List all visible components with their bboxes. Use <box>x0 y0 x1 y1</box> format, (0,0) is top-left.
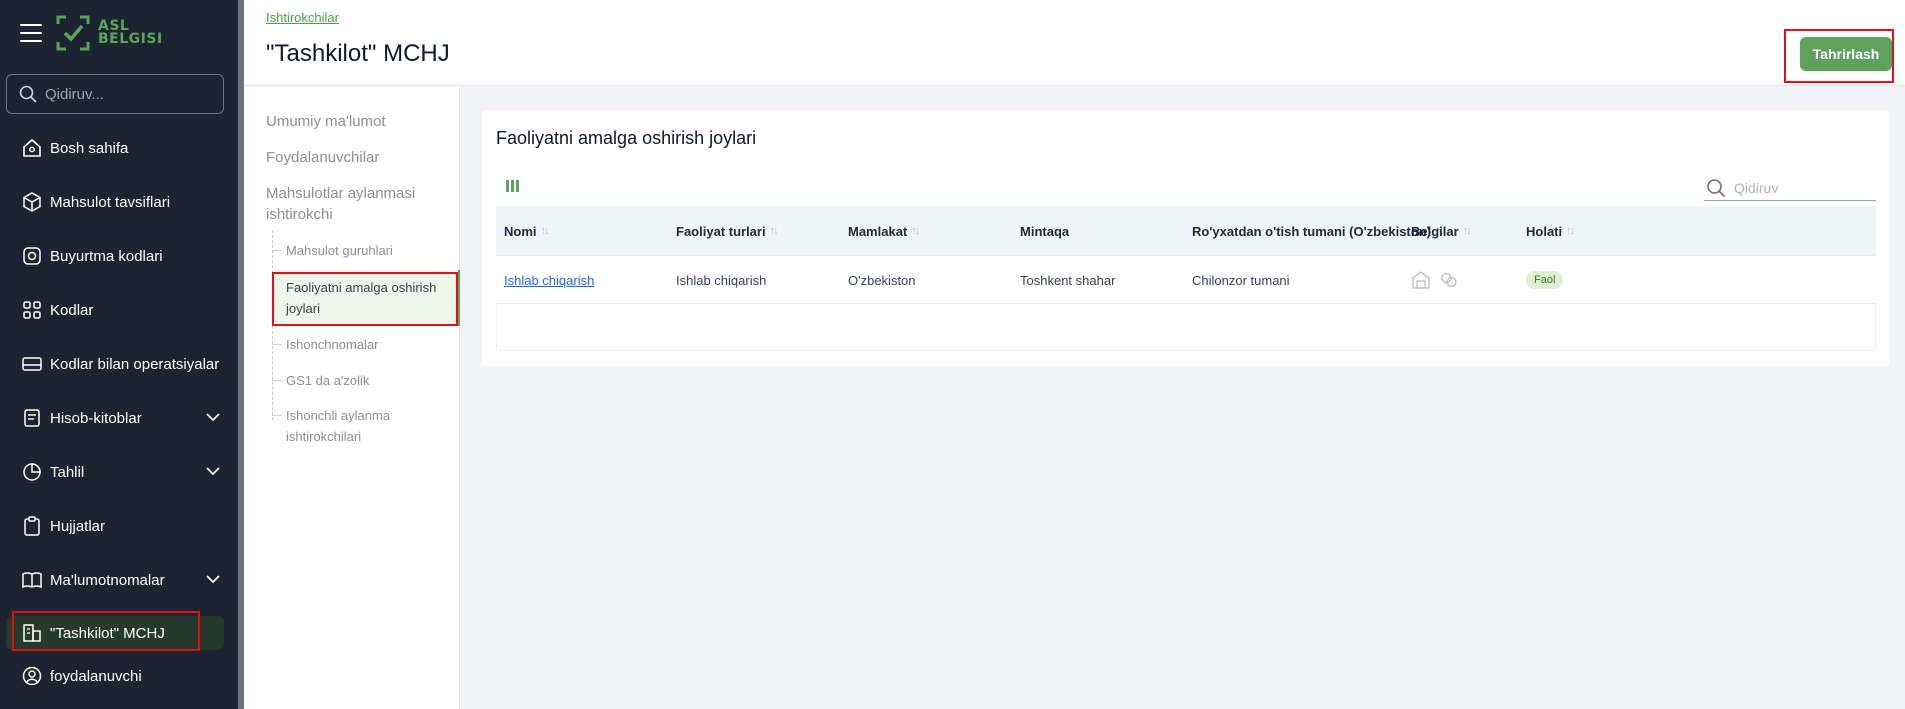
section-activity-places[interactable]: Faoliyatni amalga oshirish joylari <box>274 270 460 326</box>
edit-button[interactable]: Tahrirlash <box>1800 37 1892 71</box>
section-powers-of-attorney[interactable]: Ishonchnomalar <box>272 334 379 355</box>
building-icon <box>20 621 44 645</box>
column-activity[interactable]: Faoliyat turlari ↑↓ <box>676 206 779 256</box>
row-district: Chilonzor tumani <box>1192 272 1290 288</box>
row-name-link[interactable]: Ishlab chiqarish <box>504 256 594 304</box>
sort-icon: ↑↓ <box>540 225 550 237</box>
column-label: Holati <box>1526 223 1563 239</box>
sidebar-item-label: Hujjatlar <box>50 517 106 535</box>
clipboard-icon <box>20 514 44 538</box>
column-region: Mintaqa <box>1020 206 1069 256</box>
column-label: Ro'yxatdan o'tish tumani (O'zbekiston) <box>1192 223 1431 239</box>
sidebar-item-organization[interactable]: "Tashkilot" MCHJ <box>6 616 224 650</box>
sidebar-item-billing[interactable]: Hisob-kitoblar <box>20 402 226 434</box>
column-name[interactable]: Nomi ↑↓ <box>504 206 550 256</box>
receipt-icon <box>20 406 44 430</box>
sidebar-item-label: "Tashkilot" MCHJ <box>50 624 165 642</box>
home-icon <box>20 136 44 160</box>
sidebar-search-placeholder: Qidiruv... <box>45 85 104 103</box>
sidebar-item-references[interactable]: Ma'lumotnomalar <box>20 564 226 596</box>
sort-icon: ↑↓ <box>1566 225 1575 237</box>
search-icon <box>19 85 37 103</box>
sidebar-item-label: Hisob-kitoblar <box>50 409 142 427</box>
logo-line2: BELGISI <box>98 31 163 47</box>
sidebar-item-label: Buyurtma kodlari <box>50 247 163 265</box>
sidebar: ASL BELGISI Qidiruv... Bosh sahifa Mahsu… <box>0 0 238 709</box>
qr-order-icon <box>20 244 44 268</box>
tree-line <box>272 230 273 420</box>
card-icon <box>20 352 44 376</box>
page-header: Ishtirokchilar "Tashkilot" MCHJ Tahrirla… <box>244 0 1905 86</box>
sidebar-item-label: Kodlar <box>50 301 94 319</box>
chevron-down-icon[interactable] <box>204 462 222 480</box>
logo[interactable]: ASL BELGISI <box>56 14 163 52</box>
sidebar-item-code-operations[interactable]: Kodlar bilan operatsiyalar <box>20 348 226 380</box>
status-badge: Faol <box>1526 271 1564 289</box>
row-country: O'zbekiston <box>848 272 916 288</box>
table-header: Nomi ↑↓ Faoliyat turlari ↑↓ Mamlakat ↑↓ Min… <box>496 206 1876 256</box>
column-label: Belgilar <box>1411 223 1459 239</box>
sidebar-item-codes[interactable]: Kodlar <box>20 294 226 326</box>
sidebar-item-label: Tahlil <box>50 463 85 481</box>
column-label: Nomi <box>504 223 537 239</box>
table-search-placeholder: Qidiruv <box>1734 179 1779 196</box>
column-marks[interactable]: Belgilar ↑↓ <box>1411 206 1472 256</box>
link-icon <box>1441 272 1457 288</box>
sidebar-item-home[interactable]: Bosh sahifa <box>20 132 226 164</box>
sidebar-item-user[interactable]: foydalanuvchi <box>20 660 226 692</box>
row-region: Toshkent shahar <box>1020 272 1116 288</box>
section-product-groups[interactable]: Mahsulot guruhlari <box>272 240 393 261</box>
search-icon <box>1707 178 1726 197</box>
table-search[interactable]: Qidiruv <box>1704 175 1876 201</box>
columns-icon[interactable] <box>506 180 519 192</box>
logo-text: ASL BELGISI <box>98 19 163 47</box>
sidebar-item-label: Ma'lumotnomalar <box>50 571 165 589</box>
sort-icon: ↑↓ <box>1462 225 1472 237</box>
section-users[interactable]: Foydalanuvchilar <box>266 147 379 168</box>
row-marks <box>1411 256 1459 304</box>
chevron-down-icon[interactable] <box>204 408 222 426</box>
chart-icon <box>20 460 44 484</box>
table-row: Ishlab chiqarish Ishlab chiqarish O'zbek… <box>496 256 1876 304</box>
section-circulation-participant[interactable]: Mahsulotlar aylanmasi ishtirokchi <box>266 183 416 225</box>
logo-mark-icon <box>56 15 90 51</box>
sidebar-item-analysis[interactable]: Tahlil <box>20 456 226 488</box>
activity-places-card: Faoliyatni amalga oshirish joylari Qidir… <box>482 110 1890 366</box>
section-nav: Umumiy ma'lumot Foydalanuvchilar Mahsulo… <box>244 87 460 709</box>
sort-icon: ↑↓ <box>911 225 920 237</box>
table-empty-area <box>496 305 1876 351</box>
column-label: Faoliyat turlari <box>676 223 766 239</box>
row-status: Faol <box>1526 256 1564 304</box>
column-status[interactable]: Holati ↑↓ <box>1526 206 1575 256</box>
sidebar-item-order-codes[interactable]: Buyurtma kodlari <box>20 240 226 272</box>
section-trusted-participants[interactable]: Ishonchli aylanma ishtirokchilari <box>272 405 406 447</box>
sidebar-item-documents[interactable]: Hujjatlar <box>20 510 226 542</box>
row-activity: Ishlab chiqarish <box>676 272 767 288</box>
sort-icon: ↑↓ <box>769 225 779 237</box>
sidebar-search[interactable]: Qidiruv... <box>6 74 224 114</box>
sidebar-item-label: Bosh sahifa <box>50 139 129 157</box>
card-title: Faoliyatni amalga oshirish joylari <box>496 128 757 148</box>
column-district[interactable]: Ro'yxatdan o'tish tumani (O'zbekiston) ↑↓ <box>1192 206 1444 256</box>
menu-icon[interactable] <box>20 24 42 42</box>
codes-icon <box>20 298 44 322</box>
sidebar-item-products[interactable]: Mahsulot tavsiflari <box>20 186 226 218</box>
warehouse-icon <box>1412 271 1430 289</box>
cube-icon <box>20 190 44 214</box>
column-label: Mintaqa <box>1020 223 1070 239</box>
sidebar-item-label: foydalanuvchi <box>50 667 142 685</box>
user-icon <box>20 664 44 688</box>
column-country[interactable]: Mamlakat ↑↓ <box>848 206 920 256</box>
page-title: "Tashkilot" MCHJ <box>266 40 450 67</box>
section-gs1-membership[interactable]: GS1 da a'zolik <box>271 370 369 391</box>
breadcrumb[interactable]: Ishtirokchilar <box>266 10 339 25</box>
sidebar-item-label: Mahsulot tavsiflari <box>50 193 171 211</box>
column-label: Mamlakat <box>848 223 908 239</box>
book-icon <box>20 568 44 592</box>
sidebar-item-label: Kodlar bilan operatsiyalar <box>50 355 220 373</box>
chevron-down-icon[interactable] <box>204 570 222 588</box>
section-general-info[interactable]: Umumiy ma'lumot <box>266 111 386 132</box>
